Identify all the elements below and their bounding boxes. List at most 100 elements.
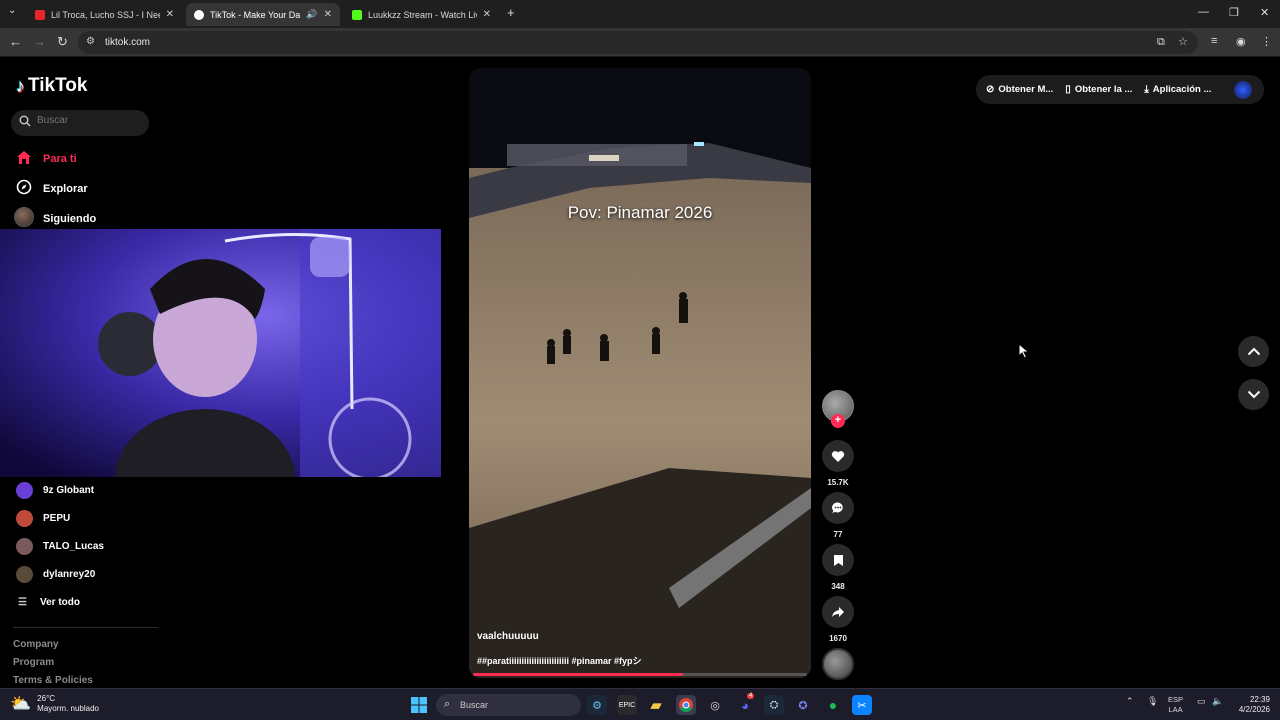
comment-button[interactable]: 77 <box>822 492 854 539</box>
media-control-icon[interactable]: ≡ <box>1211 35 1217 47</box>
spotify-icon[interactable]: ● <box>823 695 843 715</box>
share-icon <box>822 596 854 628</box>
search-box[interactable] <box>11 110 149 136</box>
file-explorer-icon[interactable]: ▰ <box>646 695 666 715</box>
get-app-button[interactable]: ▯ Obtener la ... <box>1065 84 1132 95</box>
video-caption[interactable]: ##paratiiiiiiiiiiiiiiiiiiiiiiii #pinamar… <box>477 654 642 667</box>
steam-client-icon[interactable]: ⛭ <box>764 695 784 715</box>
kick-icon <box>352 9 362 20</box>
video-frame <box>469 68 811 678</box>
mouse-cursor-icon <box>1018 343 1030 359</box>
get-coins-button[interactable]: ⊘ Obtener M... <box>986 84 1053 95</box>
music-disc-icon[interactable] <box>822 648 854 680</box>
video-player[interactable]: Pov: Pinamar 2026 vaalchuuuuu ##paratiii… <box>469 68 811 678</box>
account-name: dylanrey20 <box>43 569 96 580</box>
tab-title: Lil Troca, Lucho SSJ - I Need You <box>51 9 160 20</box>
close-tab-icon[interactable]: ✕ <box>166 9 174 20</box>
tiktok-note-icon: ♪ <box>16 75 25 96</box>
tray-overflow-icon[interactable]: ⌃ <box>1126 696 1134 707</box>
tab-title: TikTok - Make Your Day <box>210 9 301 20</box>
tab-youtube[interactable]: Lil Troca, Lucho SSJ - I Need You ✕ <box>27 3 182 26</box>
back-icon[interactable]: ← <box>9 34 22 49</box>
following-avatar <box>14 207 34 230</box>
language-indicator[interactable]: ESP LAA <box>1168 695 1183 715</box>
following-account[interactable]: PEPU <box>16 510 70 527</box>
screen: ⌄ Lil Troca, Lucho SSJ - I Need You ✕ Ti… <box>0 0 1280 720</box>
obs-icon[interactable]: ◎ <box>705 695 725 715</box>
tab-tiktok[interactable]: TikTok - Make Your Day 🔊 ✕ <box>186 3 340 26</box>
following-account[interactable]: 9z Globant <box>16 482 94 499</box>
steam-icon[interactable]: ⚙ <box>587 695 607 715</box>
microphone-icon[interactable]: 🎙 <box>1147 696 1158 707</box>
youtube-icon <box>35 9 45 20</box>
tab-search-icon[interactable]: ⌄ <box>8 5 16 16</box>
save-button[interactable]: 348 <box>822 544 854 591</box>
discord-icon[interactable]: ◕ 4 <box>735 693 755 715</box>
search-icon <box>19 115 31 130</box>
cast-icon[interactable]: ⧉ <box>1157 36 1165 49</box>
video-progress-bar[interactable] <box>473 673 807 676</box>
chevron-down-icon <box>1247 390 1260 399</box>
chrome-icon[interactable] <box>676 695 696 715</box>
see-all-button[interactable]: ☰ Ver todo <box>18 597 80 608</box>
nav-for-you[interactable]: Para ti <box>14 150 77 168</box>
video-author[interactable]: vaalchuuuuu <box>477 631 539 642</box>
windows-start-icon[interactable] <box>409 695 429 715</box>
minimize-button[interactable]: — <box>1198 6 1209 18</box>
address-bar: ← → ↻ ⚙ tiktok.com ⧉ ☆ ≡ ◉ ⋮ <box>0 28 1280 57</box>
following-account[interactable]: dylanrey20 <box>16 566 95 583</box>
bookmark-star-icon[interactable]: ☆ <box>1178 35 1188 48</box>
search-icon: ⌕ <box>444 698 451 710</box>
weather-temp: 26°C <box>37 694 56 703</box>
speaker-icon[interactable]: 🔊 <box>306 9 317 20</box>
following-account[interactable]: TALO_Lucas <box>16 538 104 555</box>
weather-widget[interactable]: ⛅ 26°C Mayorm. nublado <box>10 694 99 714</box>
nav-label: Siguiendo <box>43 212 97 225</box>
nav-explore[interactable]: Explorar <box>14 179 88 198</box>
site-info-icon[interactable]: ⚙ <box>86 36 95 47</box>
taskbar-search-label: Buscar <box>460 700 489 710</box>
search-input[interactable] <box>37 115 142 126</box>
menu-icon[interactable]: ⋮ <box>1261 35 1272 48</box>
network-icon[interactable]: ▭ <box>1197 696 1206 707</box>
taskbar-search[interactable]: ⌕ Buscar <box>436 694 581 716</box>
footer-link-terms[interactable]: Terms & Policies <box>13 675 93 686</box>
chevron-up-icon <box>1247 347 1260 356</box>
desktop-app-button[interactable]: ⤓ Aplicación ... <box>1144 84 1211 95</box>
weather-desc: Mayorm. nublado <box>37 704 99 713</box>
account-avatar <box>16 510 33 527</box>
footer-link-company[interactable]: Company <box>13 639 59 650</box>
tab-kick[interactable]: Luukkzz Stream - Watch Live on Kick ✕ <box>344 3 499 26</box>
button-label: Aplicación ... <box>1152 84 1212 95</box>
button-label: Obtener M... <box>998 84 1054 95</box>
omnibox[interactable]: ⚙ tiktok.com ⧉ ☆ <box>78 31 1198 54</box>
tiktok-icon <box>194 9 204 20</box>
teams-icon[interactable]: ✪ <box>793 695 813 715</box>
close-tab-icon[interactable]: ✕ <box>483 9 491 20</box>
like-button[interactable]: 15.7K <box>822 440 854 487</box>
epic-games-icon[interactable]: EPIC <box>617 695 637 715</box>
account-avatar <box>16 482 33 499</box>
volume-icon[interactable]: 🔈 <box>1212 696 1223 707</box>
reload-icon[interactable]: ↻ <box>57 34 68 50</box>
bookmark-icon <box>822 544 854 576</box>
snipping-tool-icon[interactable]: ✂ <box>852 695 872 715</box>
close-window-button[interactable]: ✕ <box>1260 6 1269 19</box>
previous-video-button[interactable] <box>1238 336 1269 367</box>
restore-button[interactable]: ❐ <box>1229 6 1239 19</box>
forward-icon[interactable]: → <box>33 34 46 49</box>
nav-following[interactable]: Siguiendo <box>14 207 96 230</box>
tiktok-logo[interactable]: ♪ TikTok <box>16 75 87 97</box>
new-tab-button[interactable]: + <box>507 5 515 20</box>
close-tab-icon[interactable]: ✕ <box>324 9 332 20</box>
button-label: Obtener la ... <box>1074 84 1133 95</box>
next-video-button[interactable] <box>1238 379 1269 410</box>
follow-plus-icon[interactable]: + <box>831 414 845 428</box>
system-clock[interactable]: 22:39 4/2/2026 <box>1228 695 1270 715</box>
profile-icon[interactable]: ◉ <box>1236 35 1246 48</box>
share-count: 1670 <box>829 634 847 643</box>
profile-avatar[interactable] <box>1234 80 1252 99</box>
footer-link-program[interactable]: Program <box>13 657 54 668</box>
share-button[interactable]: 1670 <box>822 596 854 643</box>
compass-icon <box>14 179 34 198</box>
